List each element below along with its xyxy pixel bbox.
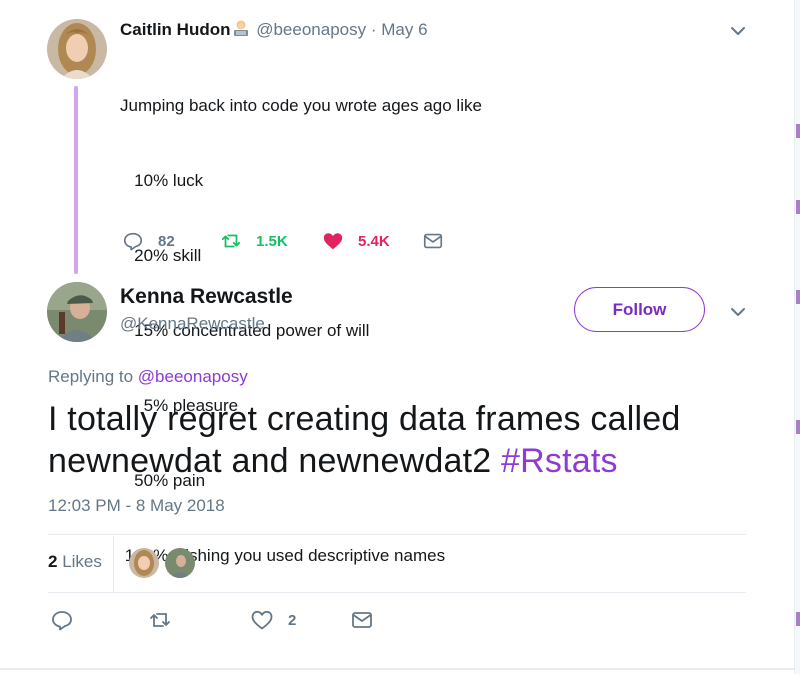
author-handle[interactable]: @KennaRewcastle (120, 314, 265, 334)
likes-count: 2 (48, 552, 58, 571)
parent-tweet-header: Caitlin Hudon @beeonaposy · May 6 (120, 18, 428, 40)
heart-icon (323, 233, 343, 250)
woman-technologist-emoji-icon (231, 18, 251, 38)
retweet-icon (221, 234, 241, 248)
parent-avatar[interactable] (47, 19, 107, 79)
envelope-icon (423, 233, 443, 249)
thread-connector-line (74, 86, 78, 274)
chevron-down-icon[interactable] (728, 21, 748, 41)
edge-mark (796, 420, 800, 434)
header-separator: · (370, 20, 377, 39)
bottom-border (0, 668, 800, 670)
retweet-button[interactable] (148, 608, 172, 632)
likes-label: Likes (62, 552, 102, 571)
author-avatar[interactable] (47, 282, 107, 342)
like-button[interactable]: 2 (250, 608, 296, 632)
liker-avatar[interactable] (165, 548, 195, 578)
tweet-actions: 2 (48, 608, 448, 636)
heart-outline-icon (251, 610, 273, 630)
divider (48, 534, 746, 535)
parent-tweet-date[interactable]: May 6 (381, 20, 427, 39)
reply-icon (52, 611, 72, 631)
edge-mark (796, 124, 800, 138)
direct-message-button[interactable] (422, 230, 444, 252)
parent-tweet[interactable]: Caitlin Hudon @beeonaposy · May 6 Jumpin… (0, 0, 790, 565)
author-name[interactable]: Kenna Rewcastle (120, 285, 293, 309)
replying-prefix: Replying to (48, 367, 134, 386)
reply-icon (123, 232, 143, 251)
tweet-timestamp[interactable]: 12:03 PM - 8 May 2018 (48, 496, 225, 516)
background-timeline-edge (794, 0, 800, 674)
follow-button[interactable]: Follow (574, 287, 705, 332)
envelope-icon (352, 612, 372, 628)
retweet-icon (150, 613, 170, 627)
tweet-line: Jumping back into code you wrote ages ag… (120, 96, 482, 115)
replying-to: Replying to @beeonaposy (48, 367, 248, 387)
direct-message-button[interactable] (350, 608, 374, 632)
edge-mark (796, 612, 800, 626)
reply-button[interactable] (50, 608, 74, 632)
tweet-text: I totally regret creating data frames ca… (48, 398, 748, 482)
edge-mark (796, 200, 800, 214)
vertical-divider (113, 536, 114, 592)
reply-button[interactable]: 82 (122, 230, 175, 252)
like-count: 2 (288, 611, 297, 629)
likes-summary[interactable]: 2 Likes (48, 552, 102, 572)
like-count: 5.4K (358, 232, 390, 250)
retweet-button[interactable]: 1.5K (220, 230, 288, 252)
hashtag-link[interactable]: #Rstats (501, 442, 618, 480)
retweet-count: 1.5K (256, 232, 288, 250)
edge-mark (796, 290, 800, 304)
parent-author-name[interactable]: Caitlin Hudon (120, 20, 230, 39)
tweet-page: Caitlin Hudon @beeonaposy · May 6 Jumpin… (0, 0, 800, 674)
reply-count: 82 (158, 232, 175, 250)
liker-avatar[interactable] (129, 548, 159, 578)
tweet-line: 10% luck (120, 171, 204, 190)
parent-tweet-actions: 82 1.5K 5.4K (120, 230, 480, 258)
replying-handle-link[interactable]: @beeonaposy (138, 367, 248, 386)
divider (48, 592, 746, 593)
like-button[interactable]: 5.4K (322, 230, 390, 252)
chevron-down-icon[interactable] (728, 302, 748, 322)
parent-author-handle[interactable]: @beeonaposy (256, 20, 366, 39)
